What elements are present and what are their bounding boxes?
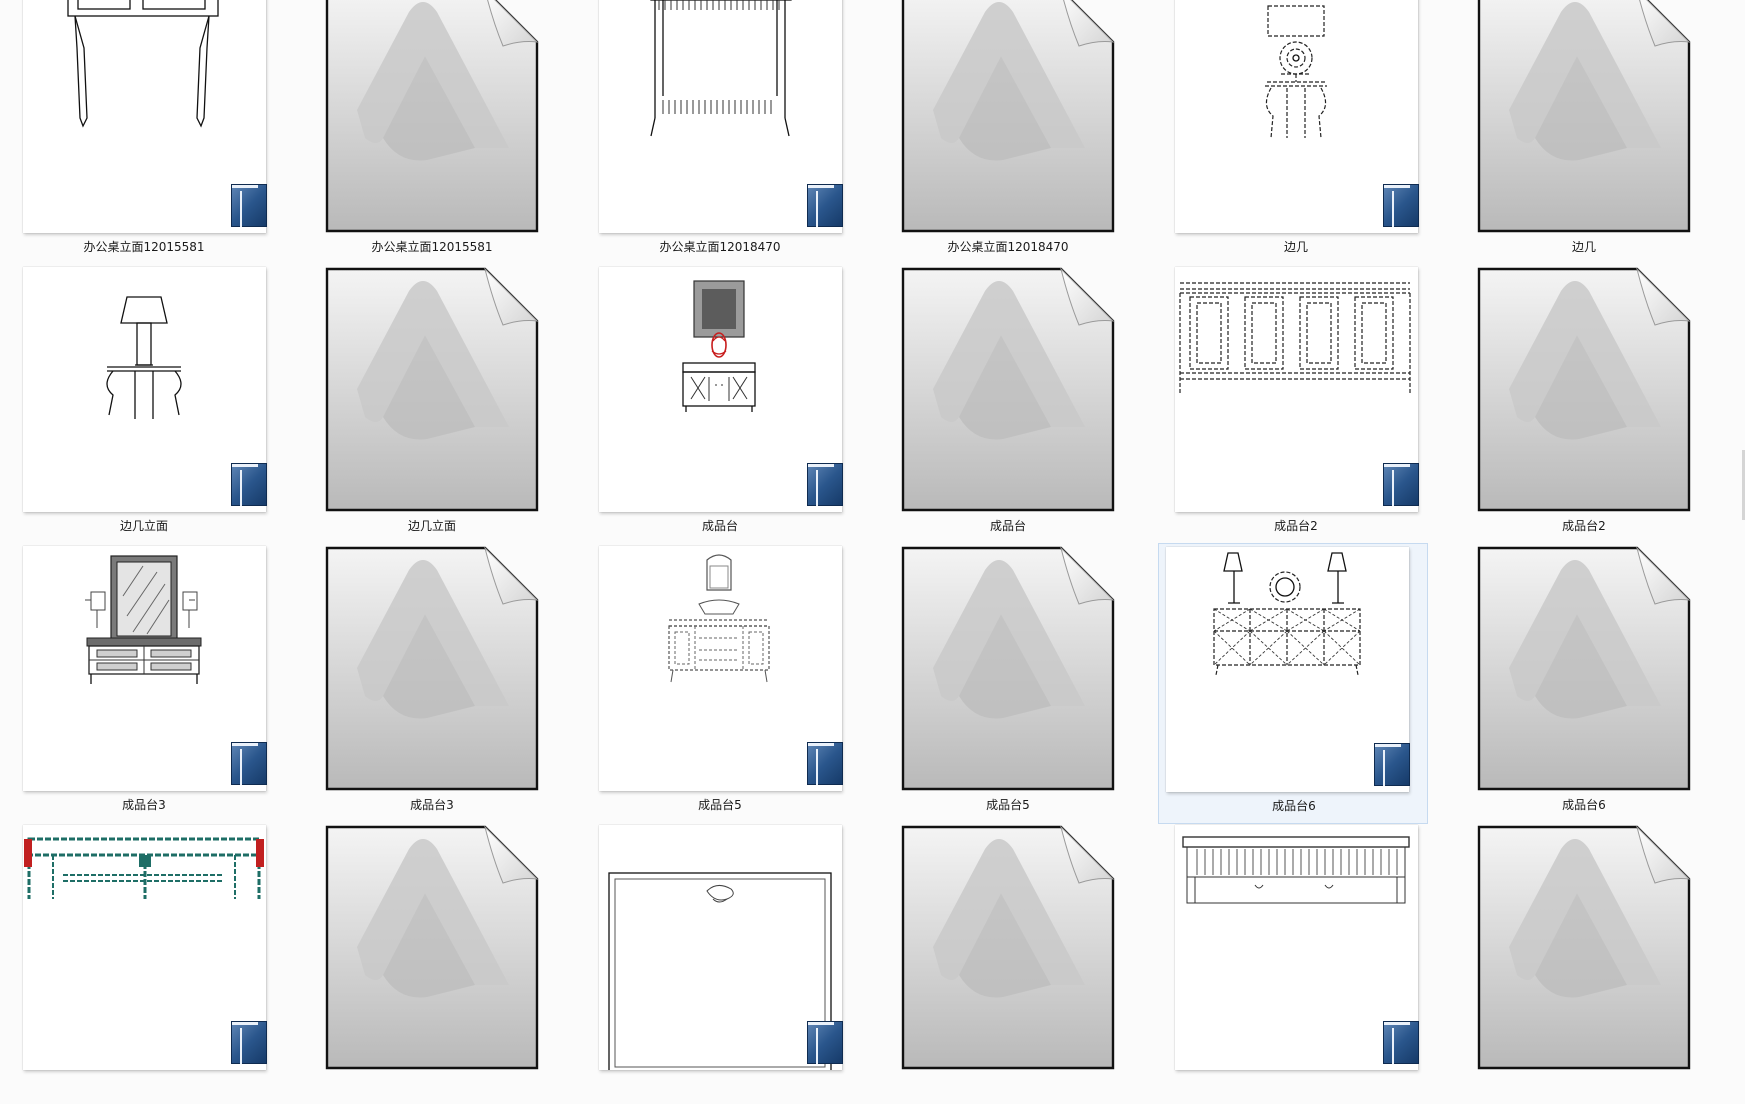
cad-preview-thumbnail (1175, 825, 1418, 1070)
file-name-label: 成品台3 (122, 798, 166, 812)
cad-preview-thumbnail (599, 267, 842, 512)
file-name-label: 办公桌立面12018470 (659, 240, 781, 254)
file-name-label: 成品台5 (986, 798, 1030, 812)
file-name-label: 成品台3 (410, 798, 454, 812)
file-item[interactable]: 成品台3 (288, 546, 576, 825)
dwg-badge-icon (231, 463, 267, 506)
file-item[interactable] (576, 825, 864, 1104)
dwg-badge-icon (1374, 743, 1410, 786)
cad-preview-thumbnail (1175, 267, 1418, 512)
cad-preview-thumbnail (1175, 0, 1418, 233)
file-item[interactable]: 成品台5 (576, 546, 864, 825)
autocad-document-icon (901, 267, 1115, 512)
file-item[interactable] (0, 825, 288, 1104)
file-name-label: 成品台 (989, 519, 1026, 533)
cad-preview-thumbnail (1166, 547, 1409, 792)
autocad-document-icon (1477, 267, 1691, 512)
file-item[interactable]: 成品台6 (1440, 546, 1728, 825)
dwg-badge-icon (807, 1021, 843, 1064)
file-name-label: 办公桌立面12015581 (83, 240, 205, 254)
cad-preview-thumbnail (599, 546, 842, 791)
dwg-badge-icon (231, 184, 267, 227)
file-item[interactable]: 成品台5 (864, 546, 1152, 825)
file-name-label: 成品台2 (1562, 519, 1606, 533)
file-item[interactable]: 边几 (1440, 0, 1728, 267)
file-name-label: 成品台5 (698, 798, 742, 812)
file-name-label: 成品台6 (1562, 798, 1606, 812)
autocad-document-icon (901, 0, 1115, 233)
file-name-label: 办公桌立面12015581 (371, 240, 493, 254)
file-item[interactable] (864, 825, 1152, 1104)
file-name-label: 边几立面 (407, 519, 456, 533)
autocad-document-icon (325, 267, 539, 512)
file-item[interactable] (1440, 825, 1728, 1104)
file-name-label: 办公桌立面12018470 (947, 240, 1069, 254)
file-name-label: 边几 (1571, 240, 1596, 254)
file-item[interactable]: 成品台 (576, 267, 864, 546)
dwg-badge-icon (807, 184, 843, 227)
dwg-badge-icon (231, 1021, 267, 1064)
file-name-label: 边几立面 (119, 519, 168, 533)
file-name-label: 成品台2 (1274, 519, 1318, 533)
dwg-badge-icon (1383, 1021, 1419, 1064)
autocad-document-icon (1477, 0, 1691, 233)
dwg-badge-icon (807, 463, 843, 506)
file-item[interactable]: 办公桌立面12015581 (288, 0, 576, 267)
file-item[interactable]: 办公桌立面12018470 (576, 0, 864, 267)
file-item[interactable]: 成品台2 (1440, 267, 1728, 546)
file-item[interactable]: 成品台6 (1158, 543, 1428, 824)
autocad-document-icon (1477, 546, 1691, 791)
autocad-document-icon (325, 825, 539, 1070)
file-item[interactable]: 边几立面 (288, 267, 576, 546)
file-item[interactable]: 边几 (1152, 0, 1440, 267)
cad-preview-thumbnail (599, 825, 842, 1070)
file-name-label: 成品台6 (1272, 799, 1316, 813)
file-name-label: 成品台 (701, 519, 738, 533)
file-item[interactable]: 成品台 (864, 267, 1152, 546)
dwg-badge-icon (1383, 184, 1419, 227)
autocad-document-icon (901, 825, 1115, 1070)
file-item[interactable]: 成品台3 (0, 546, 288, 825)
file-thumbnail-grid: 办公桌立面12015581 办公桌立面12015581 办公桌立面1201847… (0, 0, 1745, 1070)
file-item[interactable]: 办公桌立面12018470 (864, 0, 1152, 267)
cad-preview-thumbnail (599, 0, 842, 233)
cad-preview-thumbnail (23, 267, 266, 512)
file-item[interactable] (288, 825, 576, 1104)
autocad-document-icon (901, 546, 1115, 791)
autocad-document-icon (325, 0, 539, 233)
file-item[interactable]: 办公桌立面12015581 (0, 0, 288, 267)
autocad-document-icon (325, 546, 539, 791)
cad-preview-thumbnail (23, 0, 266, 233)
dwg-badge-icon (807, 742, 843, 785)
file-item[interactable]: 边几立面 (0, 267, 288, 546)
cad-preview-thumbnail (23, 825, 266, 1070)
autocad-document-icon (1477, 825, 1691, 1070)
dwg-badge-icon (1383, 463, 1419, 506)
file-item[interactable] (1152, 825, 1440, 1104)
file-item[interactable]: 成品台2 (1152, 267, 1440, 546)
cad-preview-thumbnail (23, 546, 266, 791)
dwg-badge-icon (231, 742, 267, 785)
file-name-label: 边几 (1283, 240, 1308, 254)
